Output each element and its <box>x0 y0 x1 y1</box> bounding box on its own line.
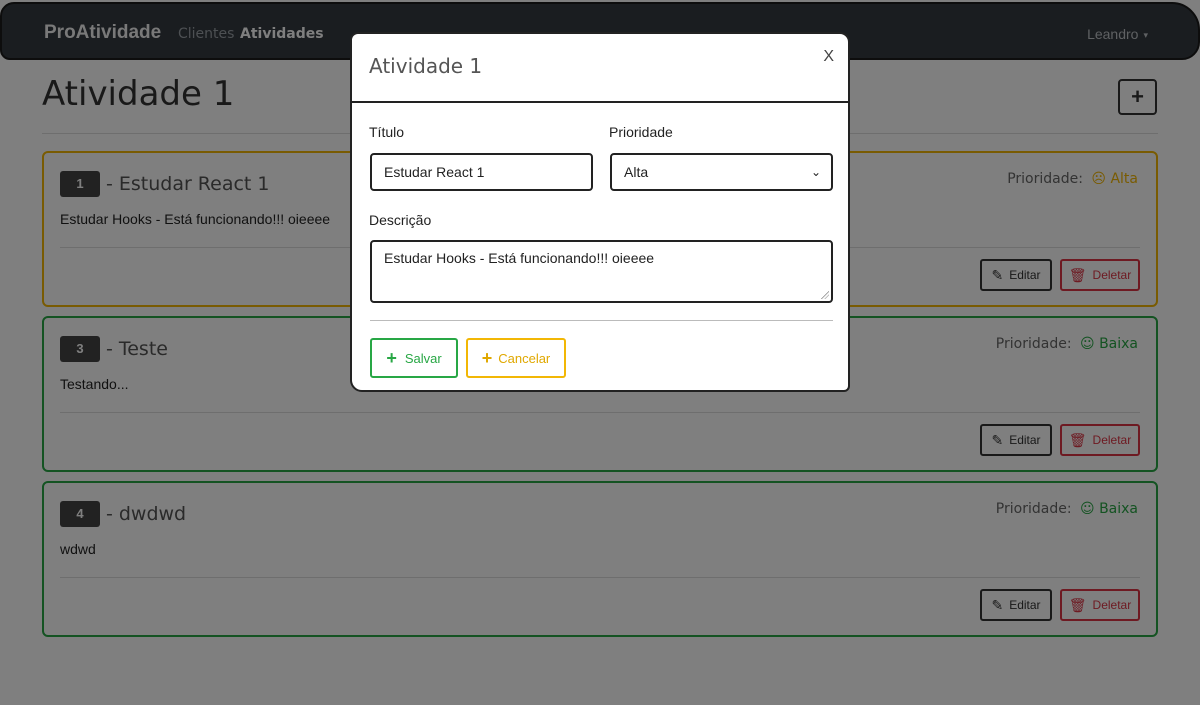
resize-handle-icon[interactable] <box>821 291 829 299</box>
descricao-label: Descrição <box>369 212 432 228</box>
divider <box>370 320 833 321</box>
cancel-button[interactable]: + Cancelar <box>466 338 566 378</box>
chevron-down-icon: ⌄ <box>810 165 821 179</box>
titulo-label: Título <box>369 124 405 140</box>
descricao-text: Estudar Hooks - Está funcionando!!! oiee… <box>384 250 655 266</box>
prioridade-selected-value: Alta <box>624 164 649 180</box>
close-icon[interactable]: X <box>823 48 834 66</box>
plus-icon: + <box>481 348 493 368</box>
prioridade-label: Prioridade <box>609 124 673 140</box>
cancel-label: Cancelar <box>498 350 551 366</box>
plus-icon: + <box>386 348 397 368</box>
divider <box>352 101 848 103</box>
titulo-input[interactable]: Estudar React 1 <box>370 153 593 191</box>
save-button[interactable]: + Salvar <box>370 338 458 378</box>
modal-title: Atividade 1 <box>369 54 483 78</box>
activity-modal: Atividade 1 X Título Estudar React 1 Pri… <box>350 32 850 392</box>
descricao-textarea[interactable]: Estudar Hooks - Está funcionando!!! oiee… <box>370 240 833 303</box>
save-label: Salvar <box>404 350 442 366</box>
prioridade-select[interactable]: Alta ⌄ <box>610 153 833 191</box>
